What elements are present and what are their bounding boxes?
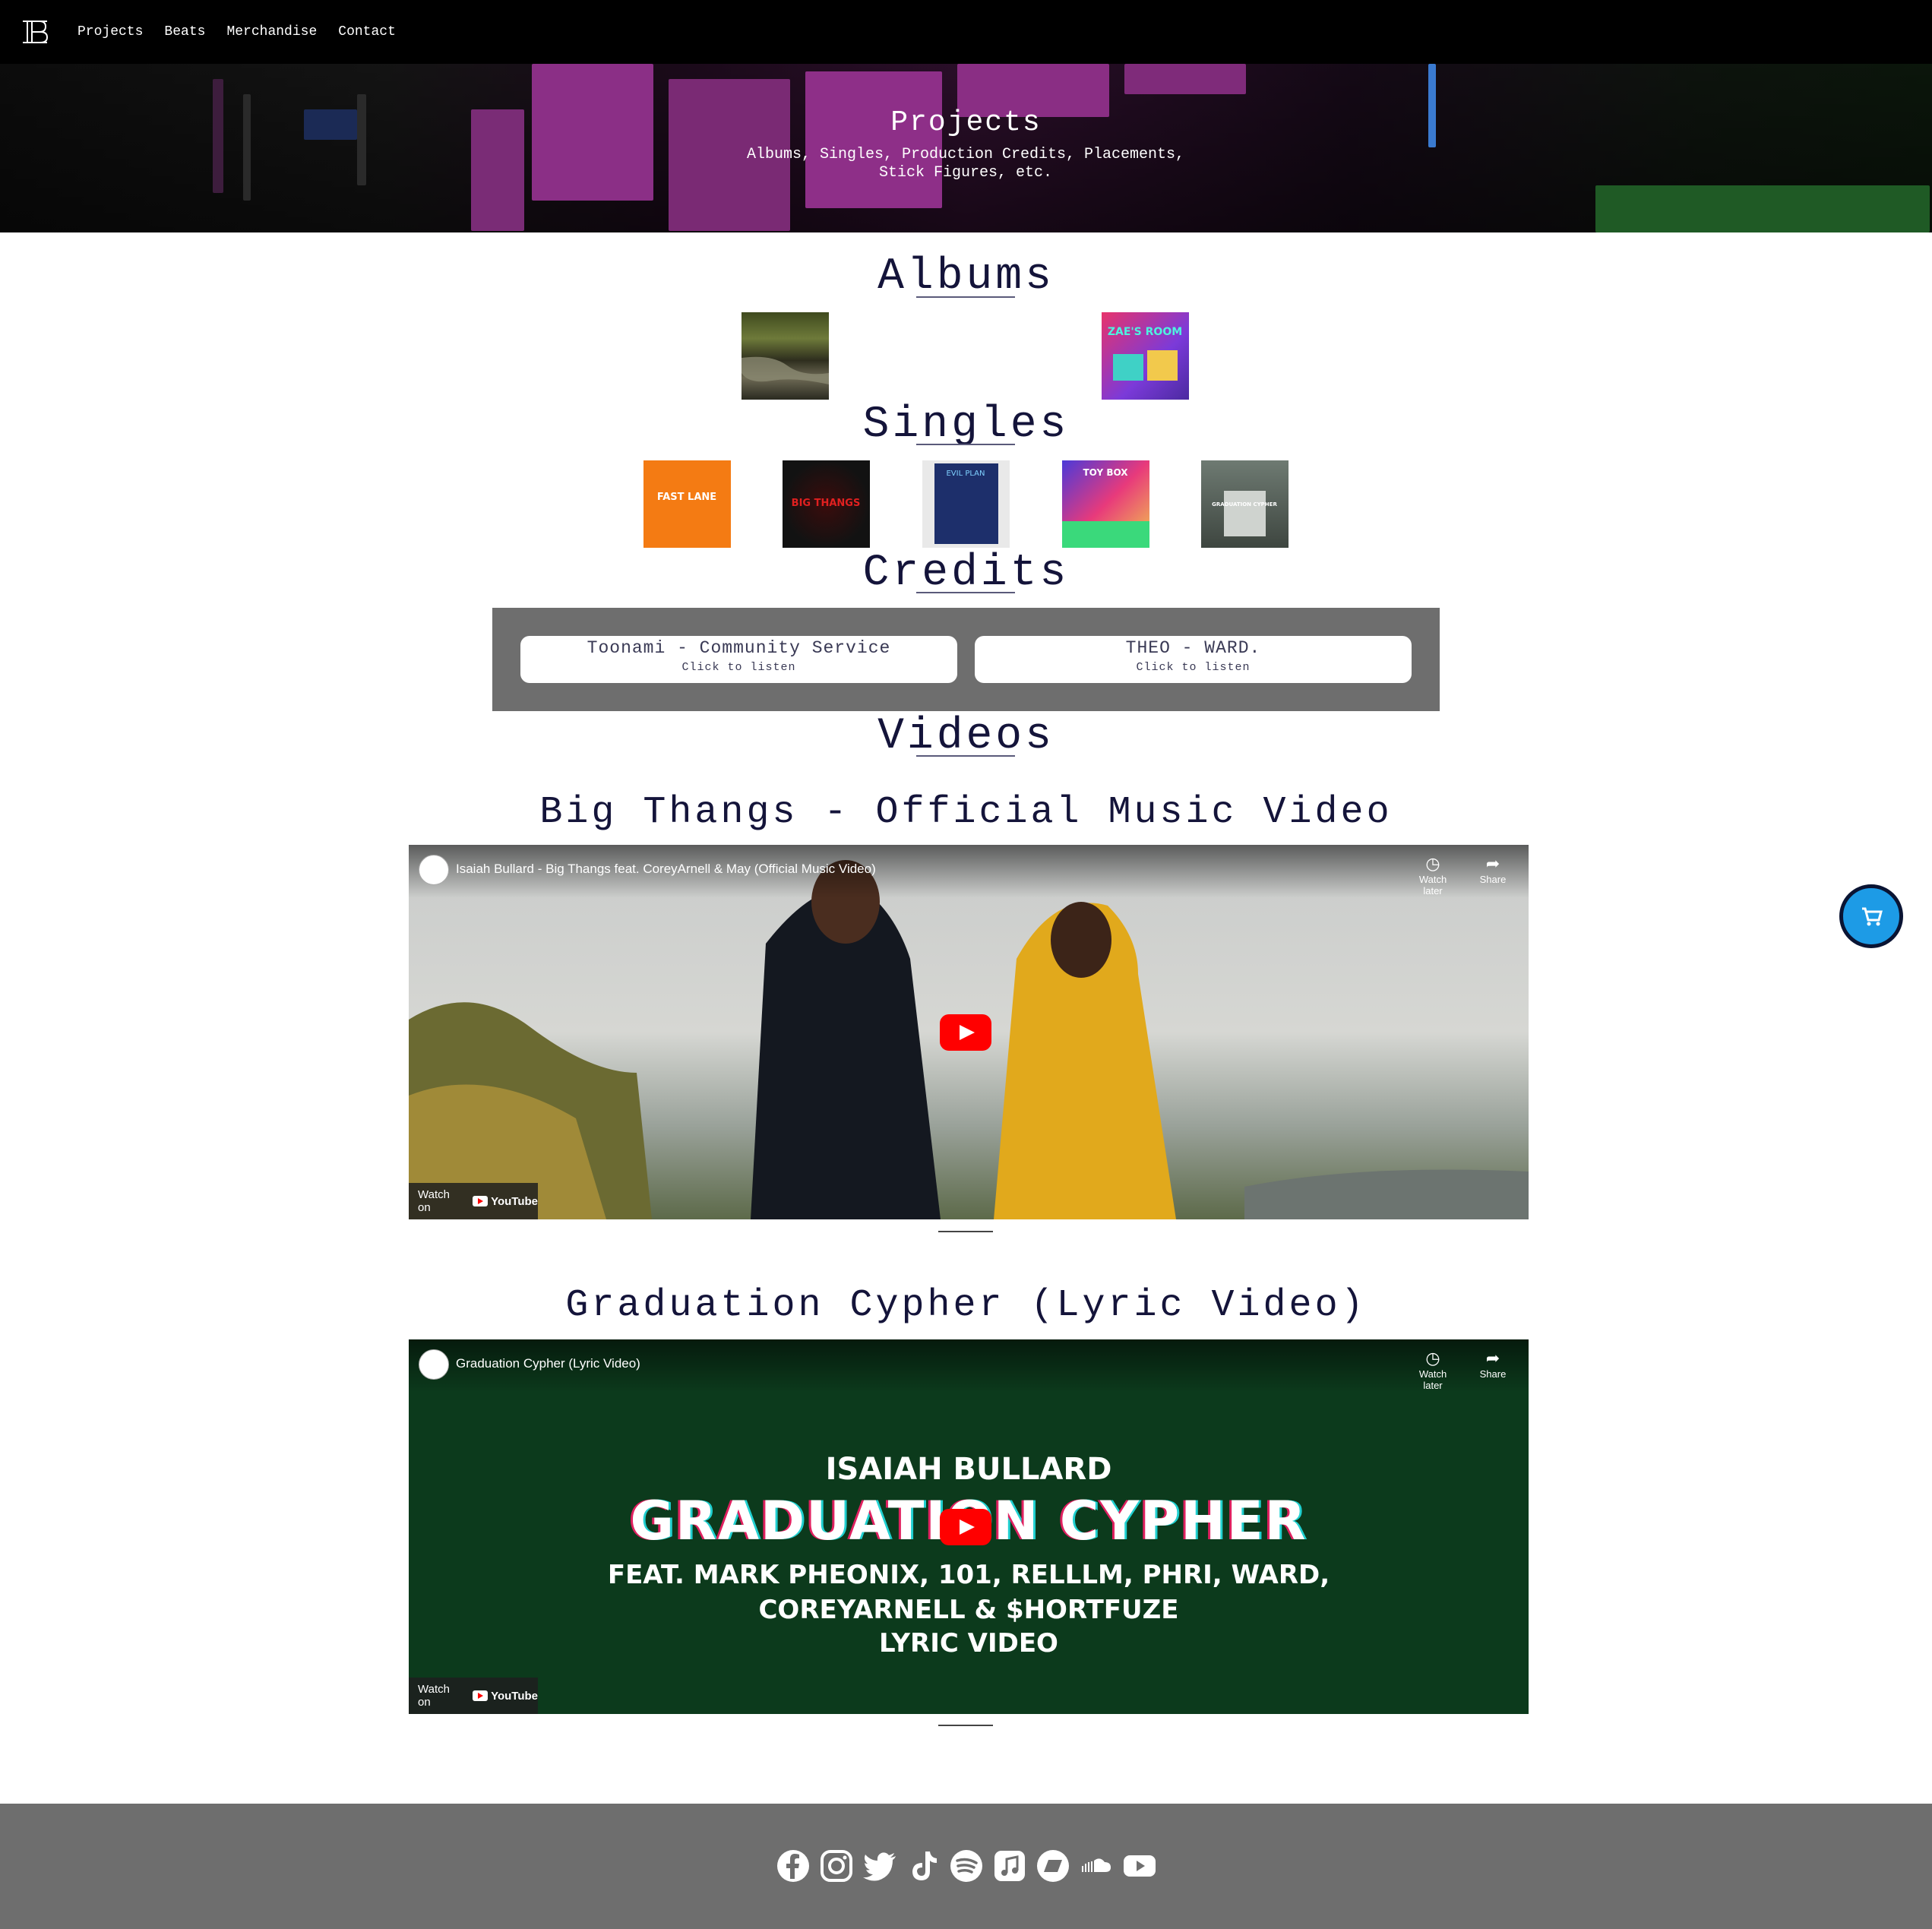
credit-listen-label: Click to listen [1136, 661, 1251, 674]
svg-text:BIG THANGS: BIG THANGS [792, 498, 861, 509]
youtube-logo-icon [473, 1196, 489, 1206]
svg-text:ZAE'S ROOM: ZAE'S ROOM [1108, 326, 1182, 338]
credit-title: THEO - WARD. [1125, 638, 1261, 658]
shopping-cart-button[interactable] [1839, 884, 1903, 948]
evil-plan-single-cover[interactable]: EVIL PLAN [922, 460, 1010, 548]
video-divider [938, 1725, 993, 1726]
twitter-icon[interactable] [862, 1848, 897, 1883]
watch-on-youtube-button[interactable]: Watch on YouTube [409, 1678, 538, 1714]
poster-feat-line: FEAT. MARK PHEONIX, 101, RELLLM, PHRI, W… [607, 1560, 1330, 1590]
play-button-icon[interactable] [940, 1014, 991, 1051]
poster-lyric-video: LYRIC VIDEO [879, 1628, 1058, 1659]
nav-link-beats[interactable]: Beats [164, 24, 205, 40]
svg-text:GRADUATION CYPHER: GRADUATION CYPHER [1212, 501, 1277, 508]
cart-icon [1862, 907, 1883, 926]
big-thangs-single-cover[interactable]: BIG THANGS [783, 460, 870, 548]
hero-banner: Projects Albums, Singles, Production Cre… [0, 64, 1932, 232]
share-button[interactable]: ➦ Share [1470, 1349, 1516, 1380]
youtube-icon[interactable] [1122, 1848, 1157, 1883]
credits-panel: Toonami - Community Service Click to lis… [492, 608, 1440, 711]
footer [0, 1804, 1932, 1929]
video-heading: Big Thangs - Official Music Video [539, 791, 1393, 834]
svg-text:FAST LANE: FAST LANE [657, 492, 716, 503]
svg-text:EVIL PLAN: EVIL PLAN [946, 470, 985, 478]
hero-title: Projects [890, 106, 1042, 139]
tiktok-icon[interactable] [906, 1848, 941, 1883]
videos-heading-underline [916, 755, 1015, 757]
video-heading: Graduation Cypher (Lyric Video) [565, 1284, 1367, 1327]
top-navigation-bar: Projects Beats Merchandise Contact [0, 0, 1932, 64]
share-button[interactable]: ➦ Share [1470, 854, 1516, 885]
credit-listen-label: Click to listen [681, 661, 796, 674]
spotify-icon[interactable] [949, 1848, 984, 1883]
toy-box-single-cover[interactable]: TOY BOX [1062, 460, 1149, 548]
credit-card-theo[interactable]: THEO - WARD. Click to listen [975, 636, 1412, 683]
play-button-icon[interactable] [940, 1509, 991, 1545]
river-album-cover[interactable] [741, 312, 829, 400]
channel-avatar[interactable] [419, 855, 449, 885]
apple-music-icon[interactable] [992, 1848, 1027, 1883]
zae-s-room-album-cover[interactable]: ZAE'S ROOM [1102, 312, 1189, 400]
bandcamp-icon[interactable] [1036, 1848, 1070, 1883]
video-embed-title[interactable]: Graduation Cypher (Lyric Video) [456, 1356, 640, 1371]
video-divider [938, 1231, 993, 1232]
credit-title: Toonami - Community Service [587, 638, 891, 658]
facebook-icon[interactable] [776, 1848, 811, 1883]
watch-later-button[interactable]: ◷ Watch later [1410, 854, 1456, 897]
albums-heading: Albums [877, 252, 1055, 302]
watch-on-youtube-button[interactable]: Watch on YouTube [409, 1183, 538, 1219]
albums-heading-underline [916, 296, 1015, 298]
videos-heading: Videos [877, 712, 1055, 761]
share-arrow-icon: ➦ [1485, 854, 1500, 873]
channel-avatar[interactable] [419, 1349, 449, 1380]
graduation-cypher-single-cover[interactable]: GRADUATION CYPHER [1201, 460, 1289, 548]
nav-link-contact[interactable]: Contact [338, 24, 396, 40]
share-arrow-icon: ➦ [1485, 1349, 1500, 1368]
youtube-logo-icon [473, 1690, 489, 1701]
clock-icon: ◷ [1425, 1349, 1440, 1368]
fast-lane-single-cover[interactable]: FAST LANE [643, 460, 731, 548]
clock-icon: ◷ [1425, 854, 1440, 873]
ib-logo[interactable] [20, 17, 50, 47]
credits-heading: Credits [862, 549, 1070, 598]
poster-feat-line: COREYARNELL & $HORTFUZE [758, 1595, 1179, 1625]
youtube-embed-graduation-cypher[interactable]: Graduation Cypher (Lyric Video) ◷ Watch l… [409, 1339, 1529, 1714]
poster-artist: ISAIAH BULLARD [825, 1452, 1112, 1487]
instagram-icon[interactable] [819, 1848, 854, 1883]
youtube-embed-big-thangs[interactable]: Isaiah Bullard - Big Thangs feat. CoreyA… [409, 845, 1529, 1219]
nav-link-projects[interactable]: Projects [77, 24, 143, 40]
nav-link-merchandise[interactable]: Merchandise [226, 24, 317, 40]
watch-later-button[interactable]: ◷ Watch later [1410, 1349, 1456, 1391]
singles-heading-underline [916, 444, 1015, 445]
svg-text:TOY BOX: TOY BOX [1083, 467, 1129, 478]
soundcloud-icon[interactable] [1079, 1848, 1114, 1883]
singles-heading: Singles [862, 400, 1070, 450]
credit-card-toonami[interactable]: Toonami - Community Service Click to lis… [520, 636, 957, 683]
hero-subtitle: Albums, Singles, Production Credits, Pla… [746, 146, 1185, 182]
credits-heading-underline [916, 592, 1015, 593]
video-embed-title[interactable]: Isaiah Bullard - Big Thangs feat. CoreyA… [456, 862, 876, 877]
